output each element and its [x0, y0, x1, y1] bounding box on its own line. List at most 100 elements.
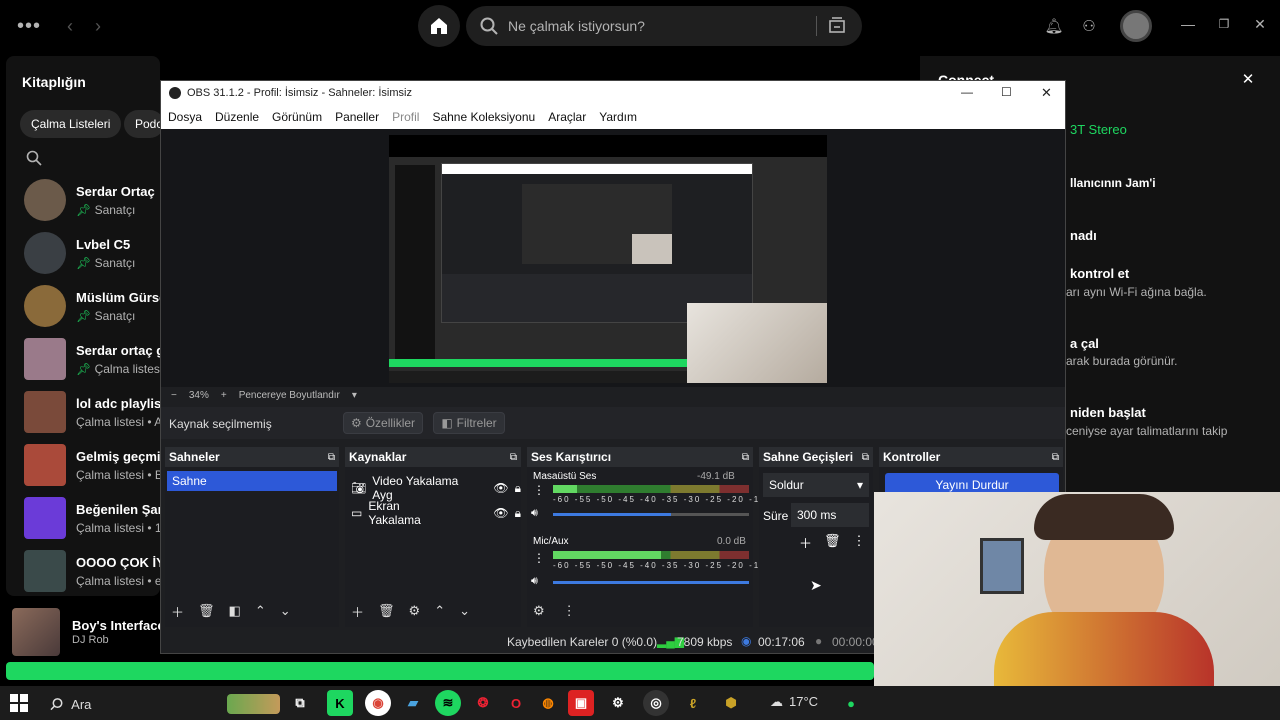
scene-item[interactable]: Sahne — [167, 471, 337, 491]
zoom-in-icon[interactable]: + — [221, 390, 227, 401]
eye-icon[interactable]: 👁︎ — [493, 481, 508, 495]
menu-sahne-koleksiyonu[interactable]: Sahne Koleksiyonu — [432, 110, 535, 124]
app-icon[interactable]: ℓ — [680, 690, 706, 716]
album-art[interactable] — [12, 608, 60, 656]
bell-icon[interactable]: 🔔︎ — [1044, 16, 1064, 36]
eye-icon[interactable]: 👁︎ — [493, 506, 508, 520]
duration-input[interactable]: 300 ms — [791, 503, 869, 527]
more-vert-icon[interactable]: ⋮ — [533, 551, 545, 565]
library-item[interactable]: Serdar Ortaç 📌︎ Sanatçı — [24, 179, 155, 221]
library-item[interactable]: Beğenilen Şark Çalma listesi • 126 — [24, 497, 175, 539]
close-icon[interactable]: ✕ — [1240, 70, 1256, 88]
close-icon[interactable]: ✕ — [1041, 85, 1052, 101]
library-item[interactable]: OOOO ÇOK İYİ Çalma listesi • eyü — [24, 550, 174, 592]
volume-slider[interactable] — [553, 513, 749, 516]
minimize-icon[interactable]: — — [961, 85, 973, 99]
back-icon[interactable]: ‹ — [60, 14, 80, 38]
chip-playlists[interactable]: Çalma Listeleri — [20, 110, 122, 138]
down-icon[interactable]: ⌄ — [280, 603, 291, 619]
minimize-icon[interactable]: — — [1180, 14, 1196, 34]
track-title[interactable]: Boy's Interface - — [72, 618, 173, 633]
browse-icon[interactable] — [828, 16, 846, 34]
weather-widget[interactable]: ☁ 17°C — [770, 694, 818, 710]
up-icon[interactable]: ⌃ — [434, 603, 445, 619]
search-icon[interactable] — [26, 150, 42, 166]
menu-araclar[interactable]: Araçlar — [548, 110, 586, 124]
dock-float-icon[interactable]: ⧉ — [742, 452, 749, 463]
gear-icon[interactable]: ⚙ — [533, 603, 545, 619]
stream-preview[interactable] — [389, 135, 827, 383]
home-button[interactable] — [418, 5, 460, 47]
add-icon[interactable]: ＋ — [799, 533, 812, 552]
source-item[interactable]: ▭ Ekran Yakalama 👁︎ 🔒︎ — [351, 499, 521, 527]
filter-icon[interactable]: ◧ — [229, 603, 241, 619]
more-icon[interactable]: ••• — [16, 15, 42, 37]
app-icon[interactable]: ⬢ — [718, 690, 744, 716]
app-icon[interactable]: ❂ — [470, 690, 496, 716]
app-icon[interactable]: ▣ — [568, 690, 594, 716]
dock-float-icon[interactable]: ⧉ — [328, 452, 335, 463]
chrome-icon[interactable]: ◉ — [365, 690, 391, 716]
kick-icon[interactable]: K — [327, 690, 353, 716]
dock-float-icon[interactable]: ⧉ — [510, 452, 517, 463]
down-icon[interactable]: ⌄ — [459, 603, 470, 619]
menu-paneller[interactable]: Paneller — [335, 110, 379, 124]
volume-slider[interactable] — [553, 581, 749, 584]
menu-dosya[interactable]: Dosya — [168, 110, 202, 124]
trash-icon[interactable]: 🗑︎ — [824, 533, 841, 552]
menu-yardim[interactable]: Yardım — [599, 110, 637, 124]
library-item[interactable]: Lvbel C5 📌︎ Sanatçı — [24, 232, 135, 274]
close-icon[interactable]: ✕ — [1252, 14, 1268, 34]
library-item[interactable]: Serdar ortaç gil 📌︎ Çalma listesi • I — [24, 338, 177, 380]
firefox-icon[interactable]: ◍ — [535, 690, 561, 716]
more-vert-icon[interactable]: ⋮ — [533, 483, 545, 497]
windows-start-icon[interactable] — [10, 694, 28, 712]
properties-button[interactable]: ⚙ Özellikler — [343, 412, 423, 434]
library-item-title: lol adc playlist — [76, 395, 166, 411]
forward-icon[interactable]: › — [88, 14, 108, 38]
menu-profil[interactable]: Profil — [392, 110, 419, 124]
search-bar[interactable]: Ne çalmak istiyorsun? — [466, 6, 862, 46]
lock-icon[interactable]: 🔒︎ — [515, 506, 521, 521]
track-artist[interactable]: DJ Rob — [72, 634, 109, 646]
task-view-icon[interactable]: ⧉ — [287, 690, 313, 716]
library-item-sub: 📌︎ Sanatçı — [76, 203, 155, 217]
library-item[interactable]: Gelmiş geçmiş Çalma listesi • Bey — [24, 444, 176, 486]
settings-icon[interactable]: ⚙ — [605, 690, 631, 716]
avatar[interactable] — [1120, 10, 1152, 42]
dock-float-icon[interactable]: ⧉ — [1052, 452, 1059, 463]
trash-icon[interactable]: 🗑︎ — [198, 603, 215, 619]
chevron-down-icon[interactable]: ▾ — [352, 390, 357, 401]
dock-float-icon[interactable]: ⧉ — [862, 452, 869, 463]
source-item[interactable]: 📷︎ Video Yakalama Ayg 👁︎ 🔒︎ — [351, 474, 521, 502]
add-icon[interactable]: ＋ — [171, 602, 184, 621]
transition-select[interactable]: Soldur ▾ — [763, 473, 869, 497]
menu-duzenle[interactable]: Düzenle — [215, 110, 259, 124]
maximize-icon[interactable]: ☐ — [1001, 85, 1012, 99]
more-vert-icon[interactable]: ⋮ — [853, 533, 866, 552]
more-vert-icon[interactable]: ⋮ — [563, 603, 576, 619]
obs-icon[interactable]: ◎ — [643, 690, 669, 716]
library-item[interactable]: Müslüm Gürses 📌︎ Sanatçı — [24, 285, 174, 327]
taskbar-search[interactable]: Ara — [40, 692, 280, 716]
trash-icon[interactable]: 🗑︎ — [378, 603, 395, 619]
lock-icon[interactable]: 🔒︎ — [515, 481, 521, 496]
spotify-icon[interactable]: ≋ — [435, 690, 461, 716]
opera-icon[interactable]: O — [503, 690, 529, 716]
spotify-tray-icon[interactable]: ● — [838, 690, 864, 716]
chip-podcasts[interactable]: Podc — [124, 110, 164, 138]
speaker-icon[interactable]: 🔊︎ — [531, 507, 538, 520]
friends-icon[interactable]: ⚇ — [1078, 16, 1100, 36]
filters-button[interactable]: ◧ Filtreler — [433, 412, 505, 434]
zoom-out-icon[interactable]: − — [171, 390, 177, 401]
nested-titlebar — [442, 164, 752, 174]
menu-gorunum[interactable]: Görünüm — [272, 110, 322, 124]
library-item[interactable]: lol adc playlist Çalma listesi • Ata — [24, 391, 172, 433]
gear-icon[interactable]: ⚙ — [409, 603, 421, 619]
up-icon[interactable]: ⌃ — [255, 603, 266, 619]
restore-icon[interactable]: ❐ — [1216, 14, 1232, 34]
file-explorer-icon[interactable]: ▰ — [400, 690, 426, 716]
add-icon[interactable]: ＋ — [351, 602, 364, 621]
speaker-icon[interactable]: 🔊︎ — [531, 575, 538, 588]
zoom-mode[interactable]: Pencereye Boyutlandır — [239, 390, 340, 401]
